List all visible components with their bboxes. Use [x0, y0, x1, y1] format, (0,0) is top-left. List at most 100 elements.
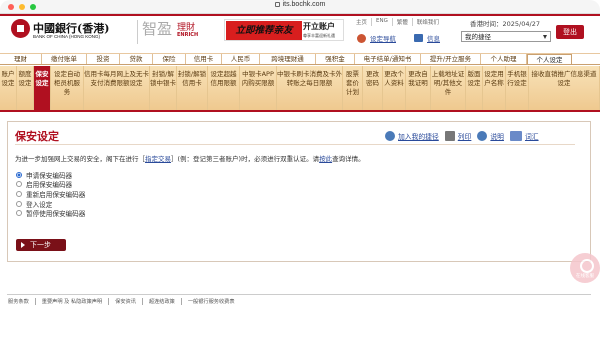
click-here-link[interactable]: 按此 — [319, 155, 332, 163]
title-divider — [15, 144, 575, 145]
intro-part-c: 查询详情。 — [332, 155, 365, 163]
subnav-stock-plan[interactable]: 股票套价计划 — [343, 66, 363, 110]
print-label: 列印 — [457, 133, 472, 141]
nav-item-rmb[interactable]: 人民币 — [222, 54, 260, 64]
option-activate-token[interactable]: 启用保安编码器 — [16, 180, 85, 190]
glossary-tool[interactable]: 词汇 — [509, 131, 539, 141]
help-tool[interactable]: 说明 — [477, 131, 504, 141]
radio-login-setting[interactable] — [16, 200, 22, 207]
mail-icon[interactable] — [414, 34, 423, 42]
quick-select-dropdown[interactable]: 我的捷径 — [461, 31, 551, 42]
designated-transaction-link[interactable]: 指定交易 — [145, 155, 171, 163]
bookmark-icon — [385, 131, 395, 141]
option-label: 申请保安编码器 — [26, 171, 73, 180]
lock-icon — [274, 2, 280, 7]
security-options: 申请保安编码器 启用保安编码器 重新启用保安编码器 登入设定 暂停使用保安编码器 — [16, 170, 85, 218]
nav-item-bills[interactable]: 缴付账单 — [42, 54, 87, 64]
page-title: 保安设定 — [15, 130, 59, 143]
footer-hyperlink-policy-link[interactable]: 超连结政策 — [143, 298, 182, 305]
radio-activate-token[interactable] — [16, 181, 22, 188]
footer-privacy-link[interactable]: 重要声明 及 私隐政策声明 — [36, 298, 110, 305]
url-text: its.bochk.com — [282, 1, 326, 8]
subnav-limit-setting[interactable]: 额度设定 — [17, 66, 34, 110]
subnav-upload-address[interactable]: 上载地址证明/其他文件 — [431, 66, 466, 110]
inbox-link[interactable]: 信息 — [427, 33, 440, 43]
option-login-setting[interactable]: 登入设定 — [16, 199, 85, 209]
subnav-change-password[interactable]: 更改密码 — [363, 66, 383, 110]
nav-item-credit-card[interactable]: 信用卡 — [186, 54, 222, 64]
intro-part-b: ］(例：登记第三者账户)时，必须进行双重认证。请 — [171, 155, 320, 163]
link-traditional[interactable]: 繁體 — [393, 18, 413, 26]
banner-open-account: 开立账户 — [303, 22, 335, 31]
footer-links: 服务条款 重要声明 及 私隐政策声明 保安资讯 超连结政策 一般银行服务收费表 — [8, 298, 241, 305]
hk-time: 香港时间：2025/04/27 — [470, 20, 540, 28]
option-label: 启用保安编码器 — [26, 181, 73, 190]
subnav-layout-setting[interactable]: 版面设定 — [466, 66, 483, 110]
nav-item-wealth[interactable]: 理财 — [0, 54, 42, 64]
enrich-logo-text: 智盈 — [142, 20, 173, 38]
nav-item-insurance[interactable]: 保险 — [153, 54, 186, 64]
add-shortcut-label: 加入我的捷径 — [398, 133, 439, 141]
radio-apply-token[interactable] — [16, 171, 22, 178]
subnav-change-profile[interactable]: 更改个人资料 — [383, 66, 406, 110]
radio-suspend-token[interactable] — [16, 210, 22, 217]
subnav-daily-limit[interactable]: 中银卡刷卡消费及卡外转账之每日限额 — [277, 66, 343, 110]
subnav-block-credit-card[interactable]: 封锁/解锁信用卡 — [177, 66, 208, 110]
title-bar: its.bochk.com — [0, 0, 600, 14]
print-tool[interactable]: 列印 — [444, 131, 472, 141]
subnav-block-boc-card[interactable]: 封锁/解锁中银卡 — [150, 66, 177, 110]
nav-item-personal-settings[interactable]: 个人设定 — [527, 54, 572, 64]
option-suspend-token[interactable]: 暂停使用保安编码器 — [16, 208, 85, 218]
subnav-app-purchase-limit[interactable]: 中银卡APP内购买限额 — [240, 66, 277, 110]
nav-item-mpf[interactable]: 强积金 — [316, 54, 355, 64]
option-label: 暂停使用保安编码器 — [26, 210, 86, 219]
banner-headline: 立即推荐亲友 — [226, 21, 302, 40]
nav-item-upgrade[interactable]: 提升/开立服务 — [421, 54, 481, 64]
radio-reactivate-token[interactable] — [16, 190, 22, 197]
bank-name-en: BANK OF CHINA (HONG KONG) — [33, 34, 101, 39]
promo-banner[interactable]: 立即推荐亲友 开立账户 尊享丰富迎新礼遇 — [224, 19, 344, 41]
subnav-marketing-channel[interactable]: 接收直销推广信息渠道设定 — [529, 66, 600, 110]
subnav-username[interactable]: 设定用户名称 — [483, 66, 506, 110]
intro-part-a: 为进一步加强网上交易的安全，阁下在进行［ — [15, 155, 145, 163]
nav-item-estatement[interactable]: 电子结单/通知书 — [355, 54, 421, 64]
logout-button[interactable]: 登出 — [556, 25, 584, 39]
footer-security-link[interactable]: 保安资讯 — [109, 298, 143, 305]
footer-terms-link[interactable]: 服务条款 — [8, 298, 36, 305]
link-home[interactable]: 主页 — [352, 18, 373, 26]
subnav-mobile-banking[interactable]: 手机银行设定 — [506, 66, 529, 110]
subnav-over-limit[interactable]: 设定超越信用限额 — [208, 66, 240, 110]
subnav-change-self-cert[interactable]: 更改自我证明 — [406, 66, 431, 110]
sub-nav: 账户设定 额度设定 保安设定 设定自动柜员机服务 信用卡每月网上及无卡支付消费限… — [0, 66, 600, 112]
top-links: 主页 ENG 繁體 联络我们 — [352, 18, 443, 26]
subnav-security-setting[interactable]: 保安设定 — [34, 66, 51, 110]
enrich-en-text: ENRICH — [177, 32, 199, 38]
boc-logo-icon[interactable] — [11, 19, 30, 38]
address-bar[interactable]: its.bochk.com — [0, 1, 600, 8]
subnav-atm-service[interactable]: 设定自动柜员机服务 — [51, 66, 84, 110]
next-button[interactable]: 下一步 — [16, 239, 66, 251]
chat-float-button[interactable]: 在线客服 — [570, 253, 600, 283]
header-divider — [137, 20, 138, 44]
option-apply-token[interactable]: 申请保安编码器 — [16, 170, 85, 180]
nav-setting-icon[interactable] — [357, 33, 366, 43]
glossary-label: 词汇 — [524, 133, 539, 141]
nav-item-assistant[interactable]: 个人助理 — [481, 54, 527, 64]
banner-subtext: 尊享丰富迎新礼遇 — [303, 33, 335, 38]
link-contact[interactable]: 联络我们 — [413, 18, 443, 26]
glossary-icon — [509, 131, 522, 141]
subnav-account-setting[interactable]: 账户设定 — [0, 66, 17, 110]
main-panel: 保安设定 加入我的捷径 列印 说明 词汇 为进一步加强网上交易的安全，阁下在进行… — [7, 121, 591, 262]
add-shortcut-tool[interactable]: 加入我的捷径 — [385, 131, 439, 141]
nav-item-wmc[interactable]: 跨境理财通 — [260, 54, 316, 64]
nav-setting-link[interactable]: 设定导航 — [370, 33, 396, 43]
printer-icon — [444, 131, 455, 141]
footer-fees-link[interactable]: 一般银行服务收费表 — [182, 298, 241, 305]
subnav-card-online-limit[interactable]: 信用卡每月网上及无卡支付消费限额设定 — [84, 66, 150, 110]
help-icon — [477, 131, 488, 141]
help-label: 说明 — [490, 133, 504, 141]
nav-item-loans[interactable]: 贷款 — [120, 54, 153, 64]
link-eng[interactable]: ENG — [372, 18, 393, 26]
option-reactivate-token[interactable]: 重新启用保安编码器 — [16, 189, 85, 199]
nav-item-invest[interactable]: 投资 — [87, 54, 120, 64]
